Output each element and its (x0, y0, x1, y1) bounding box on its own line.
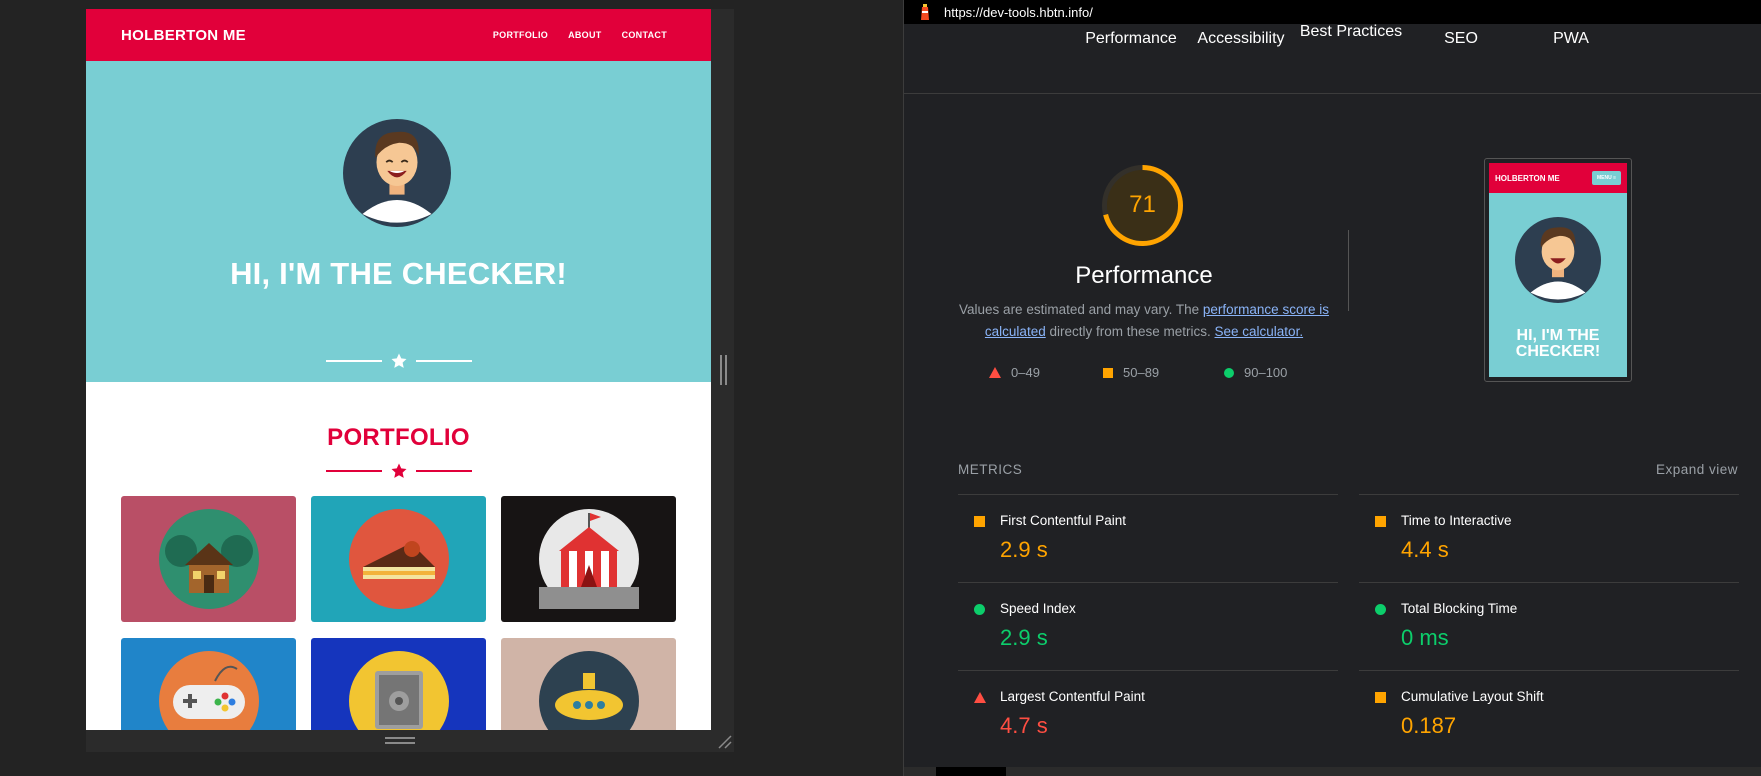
metric-largest-contentful-paint: Largest Contentful Paint 4.7 s (958, 670, 1338, 758)
metric-value: 0 ms (1401, 625, 1449, 650)
site-header: HOLBERTON ME PORTFOLIO ABOUT CONTACT (86, 9, 711, 61)
metric-speed-index: Speed Index 2.9 s (958, 582, 1338, 670)
triangle-icon (989, 367, 1001, 378)
portfolio-item-cake[interactable] (311, 496, 486, 622)
resize-corner-icon[interactable] (716, 733, 732, 749)
legend-average: 50–89 (1103, 365, 1159, 380)
metric-value: 0.187 (1401, 713, 1457, 738)
tab-accessibility[interactable]: Accessibility (1186, 28, 1296, 50)
portfolio-section: PORTFOLIO (86, 382, 711, 730)
metric-time-to-interactive: Time to Interactive 4.4 s (1359, 494, 1739, 582)
screenshot-thumbnail[interactable]: HOLBERTON ME MENU ≡ HI, I'M THE CHECKER! (1484, 158, 1632, 382)
vertical-divider (1348, 230, 1349, 311)
category-tabs: Performance Accessibility Best Practices… (904, 21, 1761, 94)
portfolio-divider (86, 462, 711, 480)
thumbnail-logo: HOLBERTON ME (1495, 173, 1560, 183)
submarine-icon (538, 651, 639, 730)
metric-name: First Contentful Paint (1000, 513, 1127, 528)
screen: HOLBERTON ME PORTFOLIO ABOUT CONTACT HI,… (0, 0, 1761, 776)
metric-total-blocking-time: Total Blocking Time 0 ms (1359, 582, 1739, 670)
metric-name: Speed Index (1000, 601, 1076, 616)
game-controller-icon (158, 651, 259, 730)
tab-seo[interactable]: SEO (1406, 28, 1516, 50)
hero-section: HI, I'M THE CHECKER! (86, 61, 711, 382)
tab-pwa[interactable]: PWA (1516, 28, 1626, 50)
nav-portfolio[interactable]: PORTFOLIO (493, 30, 548, 40)
legend-pass: 90–100 (1224, 365, 1287, 380)
performance-description: Values are estimated and may vary. The p… (959, 299, 1329, 343)
thumbnail-header: HOLBERTON ME MENU ≡ (1489, 163, 1627, 193)
metric-first-contentful-paint: First Contentful Paint 2.9 s (958, 494, 1338, 582)
thumbnail-menu-button: MENU ≡ (1591, 171, 1621, 185)
portfolio-item-safe[interactable] (311, 638, 486, 730)
metric-value: 2.9 s (1000, 625, 1048, 650)
metric-value: 4.7 s (1000, 713, 1048, 738)
device-preview: HOLBERTON ME PORTFOLIO ABOUT CONTACT HI,… (86, 9, 711, 730)
square-icon (1375, 516, 1386, 527)
square-icon (1103, 367, 1113, 378)
thumbnail-title: HI, I'M THE CHECKER! (1515, 327, 1601, 360)
metric-cumulative-layout-shift: Cumulative Layout Shift 0.187 (1359, 670, 1739, 758)
circle-icon (974, 604, 985, 615)
legend-label: 50–89 (1123, 365, 1160, 380)
circus-tent-icon (538, 509, 639, 609)
circle-icon (1375, 604, 1386, 615)
site-logo[interactable]: HOLBERTON ME (121, 27, 246, 44)
desc-text: directly from these metrics. (1045, 324, 1215, 339)
resize-handle-horizontal[interactable] (385, 737, 415, 744)
portfolio-item-submarine[interactable] (501, 638, 676, 730)
resize-handle-vertical[interactable] (720, 355, 727, 385)
site-nav: PORTFOLIO ABOUT CONTACT (493, 30, 667, 40)
performance-title: Performance (1075, 262, 1213, 289)
metric-name: Total Blocking Time (1401, 601, 1518, 616)
lighthouse-icon (921, 4, 929, 20)
portfolio-item-cabin[interactable] (121, 496, 296, 622)
portfolio-item-circus[interactable] (501, 496, 676, 622)
thumbnail-avatar (1515, 217, 1601, 303)
triangle-icon (974, 692, 986, 703)
circle-icon (1224, 367, 1234, 378)
nav-contact[interactable]: CONTACT (622, 30, 667, 40)
metric-name: Largest Contentful Paint (1000, 689, 1145, 704)
desc-text: Values are estimated and may vary. The (959, 302, 1203, 317)
legend-fail: 0–49 (989, 365, 1040, 380)
tab-performance[interactable]: Performance (1076, 28, 1186, 50)
metrics-label: METRICS (958, 462, 1023, 477)
legend-label: 0–49 (1011, 365, 1040, 380)
performance-score: 71 (1129, 191, 1156, 218)
metric-name: Cumulative Layout Shift (1401, 689, 1544, 704)
tab-best-practices[interactable]: Best Practices (1296, 21, 1406, 43)
cabin-icon (158, 509, 259, 609)
star-icon (391, 353, 406, 368)
hero-title: HI, I'M THE CHECKER! (230, 256, 567, 291)
hero-divider (86, 352, 711, 370)
scrollbar-thumb[interactable] (936, 767, 1006, 776)
expand-view-toggle[interactable]: Expand view (1656, 462, 1738, 477)
lighthouse-report: https://dev-tools.hbtn.info/ Performance… (903, 0, 1761, 776)
avatar (343, 119, 451, 227)
portfolio-item-game-controller[interactable] (121, 638, 296, 730)
safe-icon (348, 651, 449, 730)
star-icon (391, 463, 406, 478)
cake-icon (348, 509, 449, 609)
metric-value: 4.4 s (1401, 537, 1449, 562)
metric-name: Time to Interactive (1401, 513, 1512, 528)
nav-about[interactable]: ABOUT (568, 30, 602, 40)
square-icon (974, 516, 985, 527)
see-calculator-link[interactable]: See calculator. (1215, 324, 1304, 339)
horizontal-scrollbar[interactable] (904, 767, 1761, 776)
performance-gauge: 71 (1100, 163, 1185, 248)
metrics-header: METRICS Expand view (958, 462, 1738, 477)
report-url[interactable]: https://dev-tools.hbtn.info/ (944, 5, 1093, 20)
metric-value: 2.9 s (1000, 537, 1048, 562)
legend-label: 90–100 (1244, 365, 1288, 380)
square-icon (1375, 692, 1386, 703)
portfolio-title: PORTFOLIO (327, 424, 470, 451)
